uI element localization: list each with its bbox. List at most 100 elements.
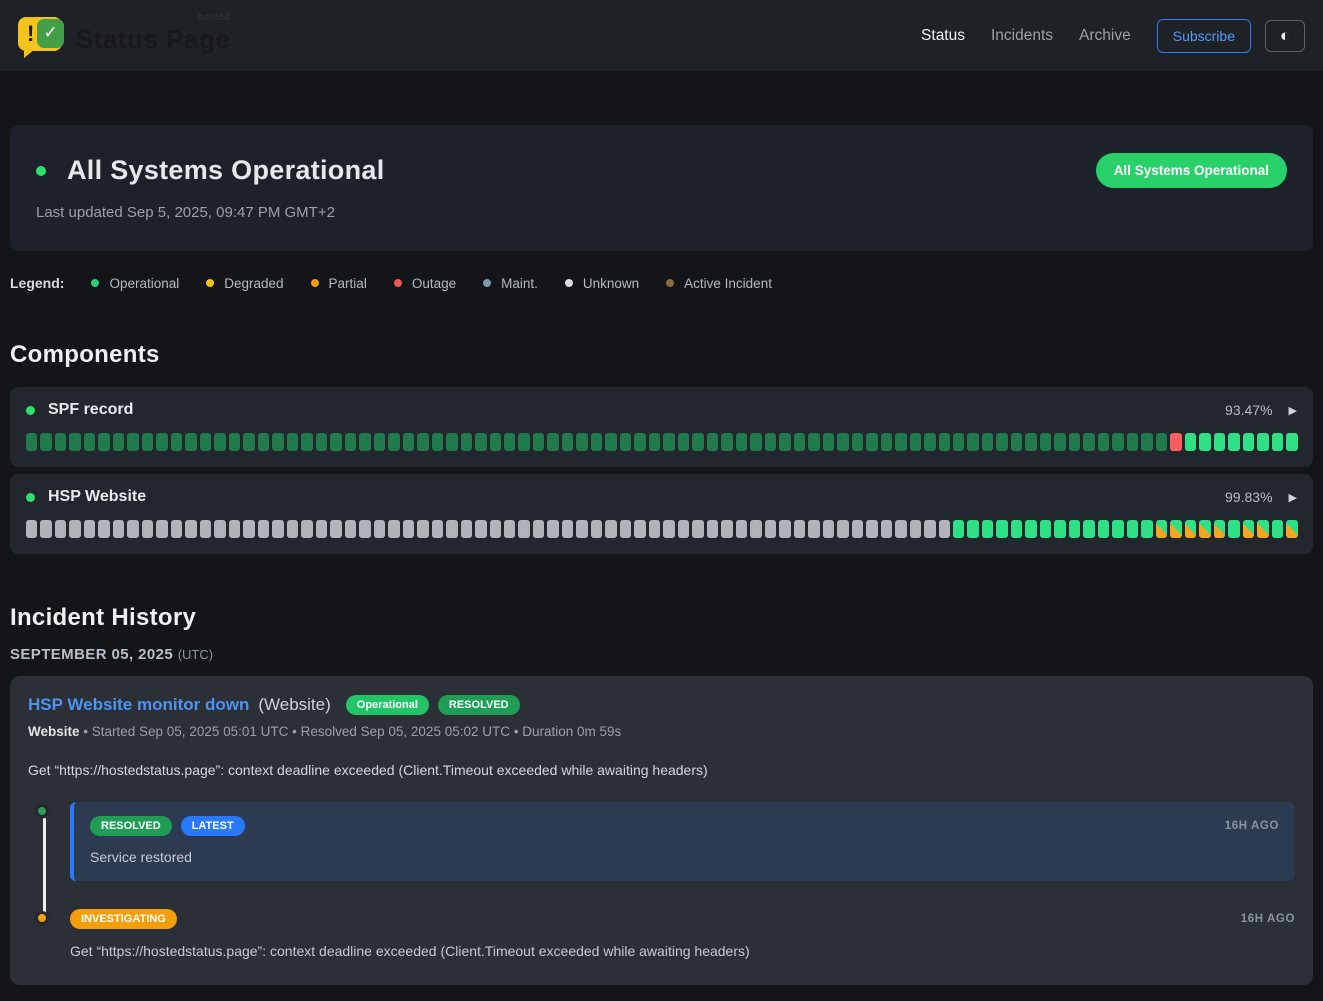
component-header[interactable]: SPF record 93.47% ▶ [26,401,1297,419]
legend-item: Maint. [483,276,538,291]
incident-title-link[interactable]: HSP Website monitor down [28,695,249,715]
uptime-bar [374,520,385,538]
uptime-bar [113,520,124,538]
component-card: HSP Website 99.83% ▶ [10,474,1313,554]
uptime-bar [533,520,544,538]
uptime-bar [620,520,631,538]
nav-status[interactable]: Status [921,27,965,45]
uptime-bar [996,520,1007,538]
theme-toggle-button[interactable]: ◐ [1265,20,1305,52]
uptime-bar [1112,433,1123,451]
component-card: SPF record 93.47% ▶ [10,387,1313,467]
uptime-bar [214,433,225,451]
update-message: Get “https://hostedstatus.page”: context… [70,943,1295,959]
uptime-bar [939,520,950,538]
status-banner-top: All Systems Operational All Systems Oper… [36,153,1287,188]
uptime-bar [461,433,472,451]
uptime-bar [837,433,848,451]
status-dot [36,166,46,176]
uptime-bar [84,520,95,538]
uptime-bar [1214,433,1225,451]
uptime-bar [924,433,935,451]
uptime-bar [1257,520,1268,538]
uptime-bar [26,433,37,451]
uptime-bar [1214,520,1225,538]
component-header[interactable]: HSP Website 99.83% ▶ [26,488,1297,506]
uptime-bar [1243,433,1254,451]
uptime-bar [910,433,921,451]
uptime-bar [229,520,240,538]
uptime-bar [779,520,790,538]
legend-status-dot [483,279,491,287]
incident-date-timezone: (UTC) [178,647,213,662]
uptime-bar [287,433,298,451]
uptime-bar [475,520,486,538]
legend-item-label: Operational [109,276,179,291]
uptime-bar-chart [26,433,1297,451]
uptime-bar [84,433,95,451]
legend-item: Unknown [565,276,639,291]
uptime-bar [359,520,370,538]
uptime-bar [895,520,906,538]
uptime-bar [1054,433,1065,451]
legend-status-dot [91,279,99,287]
uptime-bar [591,433,602,451]
uptime-bar [707,433,718,451]
uptime-bar [258,520,269,538]
component-uptime-percent: 93.47% [1225,402,1272,418]
uptime-bar [185,520,196,538]
legend-item-label: Outage [412,276,456,291]
uptime-bar [576,520,587,538]
uptime-bar [547,433,558,451]
subscribe-button[interactable]: Subscribe [1157,19,1251,53]
uptime-bar [736,433,747,451]
legend-item: Degraded [206,276,283,291]
uptime-bar [750,520,761,538]
uptime-bar [866,520,877,538]
uptime-bar [779,433,790,451]
uptime-bar [605,520,616,538]
last-updated-text: Last updated Sep 5, 2025, 09:47 PM GMT+2 [36,204,1287,221]
uptime-bar [229,433,240,451]
uptime-bar [649,433,660,451]
uptime-bar [40,433,51,451]
uptime-bar [620,433,631,451]
update-body: RESOLVEDLATEST16H AGO Service restored [70,802,1295,881]
uptime-bar [490,520,501,538]
expand-arrow-icon[interactable]: ▶ [1289,491,1297,504]
uptime-bar [446,433,457,451]
uptime-bar [316,433,327,451]
expand-arrow-icon[interactable]: ▶ [1289,404,1297,417]
uptime-bar [1228,520,1239,538]
uptime-bar [591,520,602,538]
uptime-bar [692,433,703,451]
uptime-bar [1011,433,1022,451]
uptime-bar [895,433,906,451]
legend-item-label: Active Incident [684,276,772,291]
uptime-bar [69,520,80,538]
uptime-bar [55,520,66,538]
uptime-bar [953,520,964,538]
uptime-bar [1156,520,1167,538]
uptime-bar [866,433,877,451]
uptime-bar [1170,520,1181,538]
uptime-bar [967,433,978,451]
uptime-bar [663,433,674,451]
uptime-bar [156,433,167,451]
uptime-bar [808,520,819,538]
uptime-bar [359,433,370,451]
nav-incidents[interactable]: Incidents [991,27,1053,45]
uptime-bar [996,433,1007,451]
uptime-bar [1243,520,1254,538]
uptime-bar [1286,433,1297,451]
uptime-bar [403,520,414,538]
uptime-bar [533,433,544,451]
uptime-bar [634,520,645,538]
nav-archive[interactable]: Archive [1079,27,1131,45]
legend-item: Partial [311,276,367,291]
uptime-bar [765,433,776,451]
uptime-bar [432,433,443,451]
uptime-bar [823,433,834,451]
incident-status-badge: Operational [346,695,429,715]
legend-item-label: Degraded [224,276,283,291]
